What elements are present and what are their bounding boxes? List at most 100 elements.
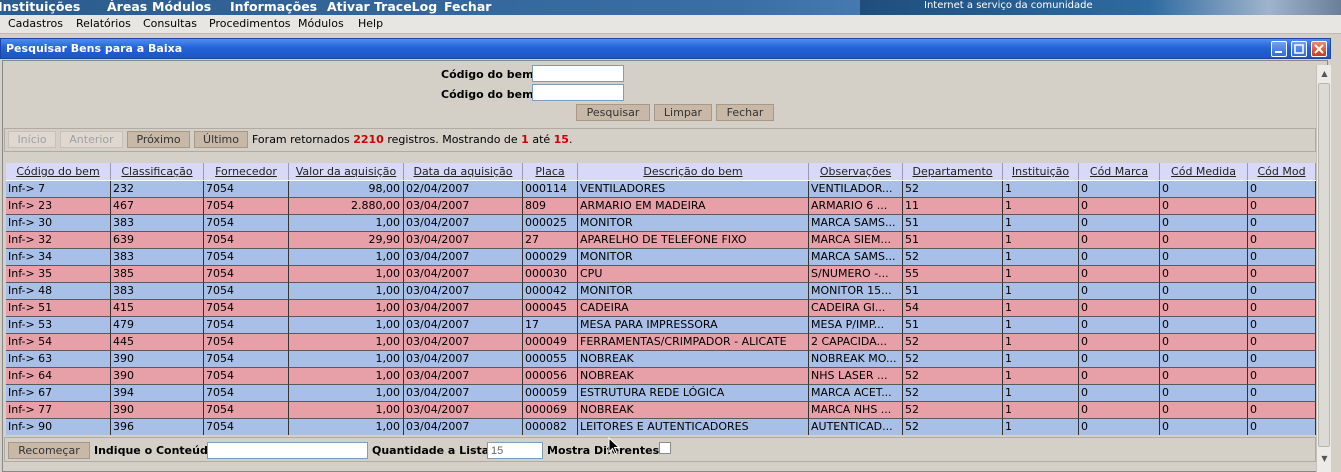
column-header[interactable]: Fornecedor [204, 163, 289, 180]
column-header[interactable]: Valor da aquisição [289, 163, 404, 180]
clear-button[interactable]: Limpar [654, 104, 712, 121]
scroll-down-icon[interactable]: ▼ [1319, 453, 1330, 464]
codigo-input-1[interactable] [532, 65, 624, 82]
topnav-ativar-tracelog[interactable]: Ativar TraceLog [327, 0, 437, 14]
column-header[interactable]: Data da aquisição [404, 163, 523, 180]
table-row[interactable]: Inf-> 63 390 7054 1,00 03/04/2007 000055 NOBRE… [6, 351, 1316, 368]
scroll-thumb[interactable] [1318, 83, 1330, 447]
menu-consultas[interactable]: Consultas [143, 17, 197, 30]
menu-cadastros[interactable]: Cadastros [8, 17, 63, 30]
column-header[interactable]: Cód Mod [1248, 163, 1316, 180]
content-input[interactable] [207, 442, 368, 459]
table-cell: 0 [1160, 385, 1248, 402]
table-cell: 7054 [204, 351, 289, 368]
row-detail-link[interactable]: Inf-> 53 [6, 317, 111, 334]
row-detail-link[interactable]: Inf-> 30 [6, 215, 111, 232]
minimize-icon[interactable] [1271, 41, 1287, 57]
close-icon[interactable] [1311, 41, 1327, 57]
table-cell: 0 [1248, 334, 1316, 351]
table-cell: 1,00 [289, 402, 404, 419]
maximize-icon[interactable] [1291, 41, 1307, 57]
table-cell: 000029 [523, 249, 578, 266]
vertical-scrollbar[interactable]: ▲ ▼ [1316, 65, 1331, 472]
table-cell: 1 [1003, 334, 1079, 351]
table-row[interactable]: Inf-> 30 383 7054 1,00 03/04/2007 000025 MONIT… [6, 215, 1316, 232]
table-row[interactable]: Inf-> 64 390 7054 1,00 03/04/2007 000056 NOBRE… [6, 368, 1316, 385]
table-row[interactable]: Inf-> 51 415 7054 1,00 03/04/2007 000045 CADEI… [6, 300, 1316, 317]
next-page-button[interactable]: Próximo [127, 131, 190, 148]
topnav-fechar[interactable]: Fechar [444, 0, 491, 14]
close-button[interactable]: Fechar [716, 104, 774, 121]
row-detail-link[interactable]: Inf-> 34 [6, 249, 111, 266]
table-cell: 0 [1160, 249, 1248, 266]
table-cell: MARCA NHS ... [809, 402, 903, 419]
table-row[interactable]: Inf-> 23 467 7054 2.880,00 03/04/2007 809 ARMA… [6, 198, 1316, 215]
table-cell: 2 CAPACIDA... [809, 334, 903, 351]
menu-help[interactable]: Help [358, 17, 383, 30]
column-header[interactable]: Classificação [111, 163, 204, 180]
table-cell: 390 [111, 351, 204, 368]
menu-modulos[interactable]: Módulos [298, 17, 344, 30]
menu-procedimentos[interactable]: Procedimentos [209, 17, 291, 30]
table-cell: 51 [903, 317, 1003, 334]
row-detail-link[interactable]: Inf-> 54 [6, 334, 111, 351]
table-cell: 1,00 [289, 300, 404, 317]
table-row[interactable]: Inf-> 67 394 7054 1,00 03/04/2007 000059 ESTRU… [6, 385, 1316, 402]
table-row[interactable]: Inf-> 48 383 7054 1,00 03/04/2007 000042 MONIT… [6, 283, 1316, 300]
previous-page-button[interactable]: Anterior [60, 131, 123, 148]
table-row[interactable]: Inf-> 54 445 7054 1,00 03/04/2007 000049 FERRA… [6, 334, 1316, 351]
row-detail-link[interactable]: Inf-> 67 [6, 385, 111, 402]
table-row[interactable]: Inf-> 53 479 7054 1,00 03/04/2007 17 MESA PARA… [6, 317, 1316, 334]
table-cell: NOBREAK MO... [809, 351, 903, 368]
column-header[interactable]: Código do bem [6, 163, 111, 180]
column-header[interactable]: Placa [523, 163, 578, 180]
last-page-button[interactable]: Último [194, 131, 248, 148]
column-header[interactable]: Observações [809, 163, 903, 180]
table-cell: 03/04/2007 [404, 215, 523, 232]
row-detail-link[interactable]: Inf-> 64 [6, 368, 111, 385]
show-different-checkbox[interactable] [659, 442, 671, 454]
table-row[interactable]: Inf-> 77 390 7054 1,00 03/04/2007 000069 NOBRE… [6, 402, 1316, 419]
row-detail-link[interactable]: Inf-> 63 [6, 351, 111, 368]
table-row[interactable]: Inf-> 7 232 7054 98,00 02/04/2007 000114 VENTI… [6, 181, 1316, 198]
window-titlebar: Pesquisar Bens para a Baixa [0, 38, 1331, 59]
table-cell: 0 [1248, 215, 1316, 232]
table-row[interactable]: Inf-> 34 383 7054 1,00 03/04/2007 000029 MONIT… [6, 249, 1316, 266]
column-header[interactable]: Departamento [903, 163, 1003, 180]
row-detail-link[interactable]: Inf-> 32 [6, 232, 111, 249]
codigo-input-2[interactable] [532, 84, 624, 101]
row-detail-link[interactable]: Inf-> 7 [6, 181, 111, 198]
scroll-up-icon[interactable]: ▲ [1319, 68, 1330, 79]
topnav-modulos[interactable]: Módulos [152, 0, 211, 14]
column-header[interactable]: Cód Medida [1160, 163, 1248, 180]
row-detail-link[interactable]: Inf-> 23 [6, 198, 111, 215]
restart-button[interactable]: Recomeçar [8, 442, 90, 459]
row-detail-link[interactable]: Inf-> 35 [6, 266, 111, 283]
topnav-areas[interactable]: Áreas [107, 0, 147, 14]
column-header[interactable]: Descrição do bem [578, 163, 809, 180]
row-detail-link[interactable]: Inf-> 48 [6, 283, 111, 300]
table-cell: 7054 [204, 249, 289, 266]
table-cell: 383 [111, 215, 204, 232]
table-cell: MESA P/IMP... [809, 317, 903, 334]
table-row[interactable]: Inf-> 90 396 7054 1,00 03/04/2007 000082 LEITO… [6, 419, 1316, 435]
table-cell: 0 [1160, 215, 1248, 232]
column-header[interactable]: Instituição [1003, 163, 1079, 180]
row-detail-link[interactable]: Inf-> 51 [6, 300, 111, 317]
topnav-informacoes[interactable]: Informações [230, 0, 317, 14]
table-cell: MONITOR [578, 215, 809, 232]
table-row[interactable]: Inf-> 35 385 7054 1,00 03/04/2007 000030 CPU S/… [6, 266, 1316, 283]
summary-prefix: Foram retornados [252, 133, 350, 146]
quantity-input[interactable] [487, 442, 543, 459]
column-header[interactable]: Cód Marca [1079, 163, 1160, 180]
first-page-button[interactable]: Início [8, 131, 56, 148]
search-button[interactable]: Pesquisar [576, 104, 650, 121]
table-row[interactable]: Inf-> 32 639 7054 29,90 03/04/2007 27 APARELHO… [6, 232, 1316, 249]
table-cell: 03/04/2007 [404, 198, 523, 215]
menu-relatorios[interactable]: Relatórios [76, 17, 131, 30]
table-cell: 479 [111, 317, 204, 334]
row-detail-link[interactable]: Inf-> 90 [6, 419, 111, 435]
topnav-instituicoes[interactable]: Instituições [0, 0, 80, 14]
row-detail-link[interactable]: Inf-> 77 [6, 402, 111, 419]
table-cell: 0 [1160, 181, 1248, 198]
